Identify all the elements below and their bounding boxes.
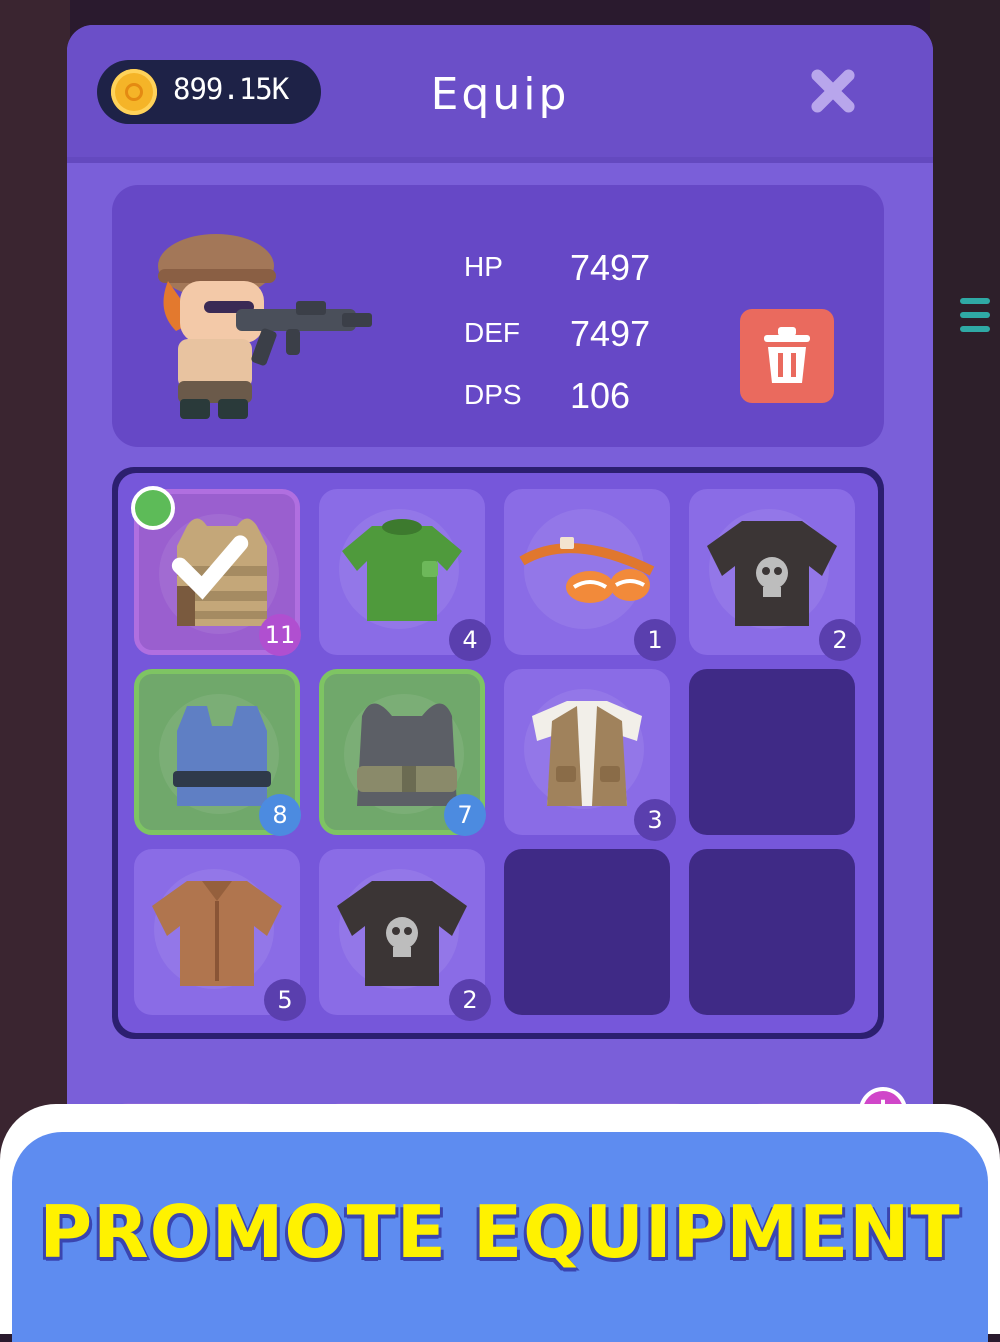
close-button[interactable] bbox=[805, 63, 861, 119]
inventory-slot[interactable]: 2 bbox=[689, 489, 861, 661]
inventory-slot[interactable]: 3 bbox=[504, 669, 676, 841]
stat-label-hp: HP bbox=[464, 251, 503, 282]
promo-text: PROMOTE EQUIPMENT bbox=[39, 1190, 961, 1274]
item-count-badge: 3 bbox=[634, 799, 676, 841]
item-count-badge: 2 bbox=[449, 979, 491, 1021]
tan-vest-icon bbox=[532, 701, 642, 806]
stat-value-def: 7497 bbox=[570, 313, 651, 354]
stat-value-dps: 106 bbox=[570, 375, 631, 416]
item-count-badge: 7 bbox=[444, 794, 486, 836]
inventory-slot[interactable]: 5 bbox=[134, 849, 306, 1021]
inventory-grid: 11 4 1 2 8 7 3 5 2 bbox=[112, 467, 884, 1039]
inventory-slot[interactable]: 4 bbox=[319, 489, 491, 661]
inventory-slot[interactable]: 7 bbox=[319, 669, 486, 836]
stats-card: HP 7497 DEF 7497 DPS 106 bbox=[112, 185, 884, 447]
trash-icon bbox=[764, 327, 810, 383]
inventory-slot[interactable]: 2 bbox=[319, 849, 491, 1021]
inventory-slot-empty[interactable] bbox=[504, 849, 670, 1015]
inventory-slot-empty[interactable] bbox=[689, 849, 855, 1015]
stat-label-def: DEF bbox=[464, 317, 520, 348]
green-sweater-icon bbox=[342, 519, 462, 621]
skull-shirt-icon bbox=[337, 881, 467, 986]
inventory-slot[interactable]: 11 bbox=[131, 486, 301, 656]
item-count-badge: 2 bbox=[819, 619, 861, 661]
inventory-slot-empty[interactable] bbox=[689, 669, 855, 835]
delete-button[interactable] bbox=[740, 309, 834, 403]
panel-title: Equip bbox=[430, 69, 570, 120]
brown-jacket-icon bbox=[152, 881, 282, 986]
item-count-badge: 8 bbox=[259, 794, 301, 836]
equip-panel: 899.15K Equip HP 7497 DEF 7497 DPS 106 1… bbox=[67, 25, 933, 1225]
inventory-slot[interactable]: 8 bbox=[134, 669, 301, 836]
item-count-badge: 4 bbox=[449, 619, 491, 661]
equipped-check-icon bbox=[131, 486, 249, 600]
stat-label-dps: DPS bbox=[464, 379, 522, 410]
item-count-badge: 5 bbox=[264, 979, 306, 1021]
panel-header: 899.15K Equip bbox=[67, 25, 933, 163]
item-count-badge: 1 bbox=[634, 619, 676, 661]
background-decoration bbox=[950, 290, 1000, 350]
skull-shirt-icon bbox=[707, 521, 837, 626]
inventory-slot[interactable]: 1 bbox=[504, 489, 676, 661]
hero-character bbox=[158, 234, 372, 419]
stat-value-hp: 7497 bbox=[570, 247, 651, 288]
item-count-badge: 11 bbox=[259, 614, 301, 656]
bikini-top-icon bbox=[519, 537, 655, 603]
